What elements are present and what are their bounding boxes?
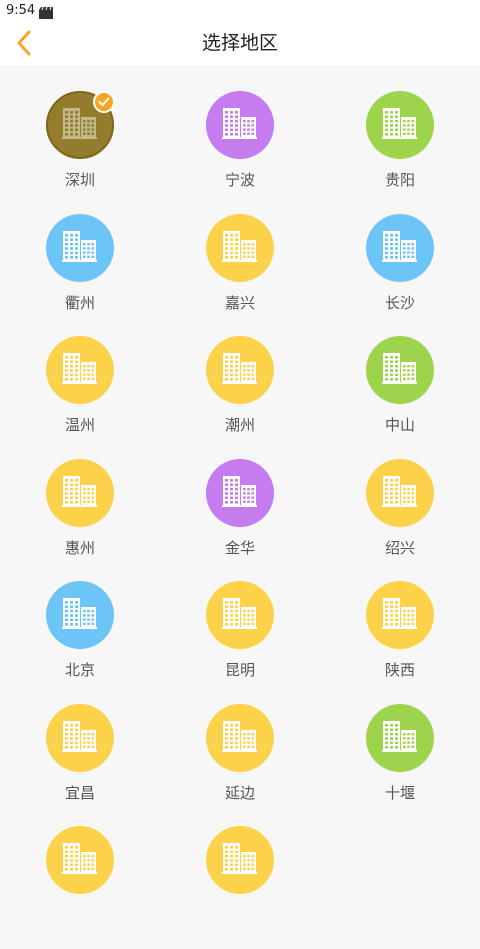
region-item[interactable]: 深圳 [0,91,160,214]
building-icon [62,475,98,511]
region-item[interactable]: 十堰 [320,703,480,827]
building-icon [62,720,98,756]
building-icon [382,352,418,388]
region-icon-circle [46,581,114,649]
region-name: 北京 [64,661,95,679]
building-icon [382,597,418,633]
region-icon-circle [366,703,434,772]
status-time: 9:54 [6,2,36,18]
region-item[interactable]: 金华 [160,458,320,582]
region-icon-circle [206,213,274,282]
region-icon-circle [46,336,114,404]
region-item[interactable]: 潮州 [160,336,320,459]
building-icon [62,352,98,388]
building-icon [62,842,98,878]
region-icon-circle [366,458,434,527]
building-icon [382,475,418,511]
building-icon [382,230,418,266]
region-icon-circle [46,213,114,282]
checkmark-icon [93,91,115,113]
region-item[interactable] [0,826,160,949]
region-icon-circle [206,581,274,649]
building-icon [222,597,258,633]
region-name: 深圳 [64,171,95,189]
building-icon [222,352,258,388]
region-name: 衢州 [64,293,95,312]
region-name: 中山 [384,416,415,434]
region-item[interactable]: 北京 [0,581,160,704]
page-title: 选择地区 [201,32,278,54]
region-icon-circle [46,703,114,772]
region-item[interactable]: 长沙 [320,213,480,337]
region-icon-circle [206,336,274,404]
region-name: 昆明 [224,661,255,679]
region-icon-circle [206,826,274,894]
region-name: 延边 [224,783,255,802]
region-name: 宜昌 [64,783,95,802]
region-item[interactable] [160,826,320,949]
region-name: 绍兴 [384,538,415,557]
region-icon-circle [366,581,434,649]
status-bar: 9:54 [0,0,480,20]
building-icon [382,107,418,143]
region-item[interactable]: 宜昌 [0,703,160,827]
region-name: 宁波 [224,171,255,189]
building-icon [62,230,98,266]
region-name: 金华 [224,538,255,557]
region-name: 贵阳 [384,171,415,189]
region-grid: 深圳 宁波 贵阳 衢州 嘉兴 长沙 温州 潮州 中山 惠州 金华 绍兴 北京 昆… [0,91,480,949]
region-name: 长沙 [384,293,415,312]
region-item[interactable]: 宁波 [160,91,320,214]
region-icon-circle [206,458,274,527]
region-item[interactable]: 陕西 [320,581,480,704]
building-icon [222,107,258,143]
building-icon [222,720,258,756]
region-item[interactable]: 惠州 [0,458,160,582]
region-name: 温州 [64,416,95,434]
building-icon [222,842,258,878]
region-icon-circle [366,336,434,404]
navigation-bar: 选择地区 [0,20,480,67]
region-icon-circle [46,826,114,894]
region-icon-circle [46,458,114,527]
region-item[interactable]: 嘉兴 [160,213,320,337]
building-icon [62,107,98,143]
region-item[interactable]: 衢州 [0,213,160,337]
region-item[interactable]: 绍兴 [320,458,480,582]
building-icon [222,230,258,266]
region-item[interactable]: 昆明 [160,581,320,704]
region-name: 潮州 [224,416,255,434]
region-item[interactable]: 贵阳 [320,91,480,214]
region-name: 十堰 [384,783,415,802]
clapperboard-icon [39,4,54,19]
region-item[interactable]: 温州 [0,336,160,459]
region-icon-circle [366,213,434,282]
building-icon [382,720,418,756]
region-icon-circle [206,703,274,772]
region-name: 嘉兴 [224,293,255,312]
region-icon-circle [366,91,434,159]
region-item[interactable]: 中山 [320,336,480,459]
region-name: 惠州 [64,538,95,557]
building-icon [222,475,258,511]
region-icon-circle [206,91,274,159]
building-icon [62,597,98,633]
region-item[interactable]: 延边 [160,703,320,827]
region-name: 陕西 [384,661,415,679]
